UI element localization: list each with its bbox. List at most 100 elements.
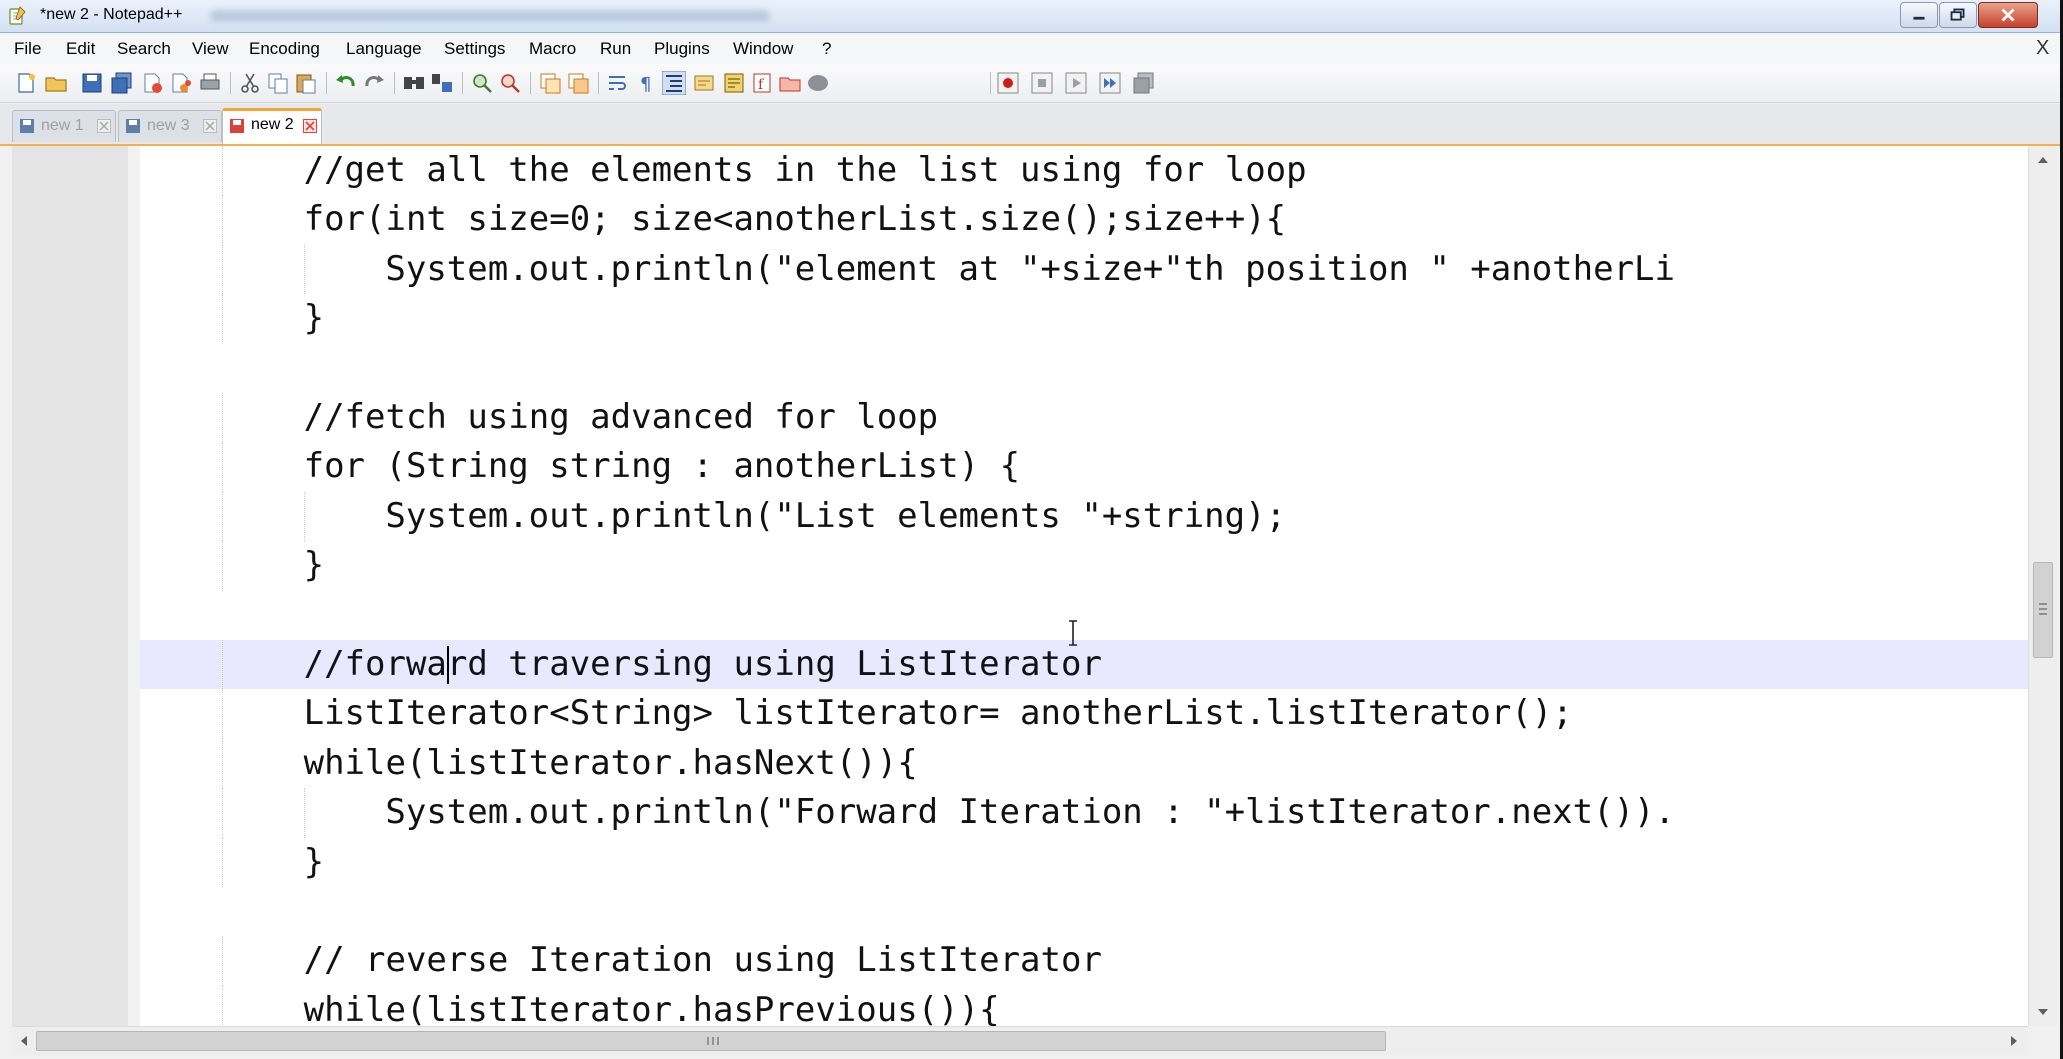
- code-line[interactable]: 81}: [140, 837, 2028, 887]
- redo-button[interactable]: [362, 71, 386, 95]
- code-line[interactable]: 70}: [140, 294, 2028, 344]
- horizontal-scroll-thumb[interactable]: [36, 1031, 1386, 1051]
- save-all-button[interactable]: [110, 71, 134, 95]
- sync-horizontal-icon: [568, 73, 589, 94]
- folder-as-workspace-button[interactable]: [778, 71, 802, 95]
- paste-button[interactable]: [294, 71, 318, 95]
- word-wrap-button[interactable]: [606, 71, 630, 95]
- tab-new-1[interactable]: new 1: [12, 110, 116, 142]
- close-all-button[interactable]: [168, 71, 192, 95]
- code-text: }: [303, 545, 325, 586]
- monitoring-button[interactable]: [806, 71, 830, 95]
- scroll-left-icon[interactable]: [14, 1031, 34, 1051]
- find-button[interactable]: [402, 71, 426, 95]
- play-macro-button[interactable]: [1064, 71, 1088, 95]
- horizontal-scrollbar[interactable]: [12, 1026, 2028, 1055]
- code-line[interactable]: 83// reverse Iteration using ListIterato…: [140, 936, 2028, 986]
- new-file-icon: [18, 73, 35, 93]
- close-file-button[interactable]: [140, 71, 164, 95]
- close-tab-icon[interactable]: [303, 119, 317, 133]
- user-language-button[interactable]: [692, 71, 716, 95]
- menu-encoding[interactable]: Encoding: [249, 39, 320, 59]
- function-list-button[interactable]: f: [750, 71, 774, 95]
- save-button[interactable]: [80, 71, 104, 95]
- undo-button[interactable]: [334, 71, 358, 95]
- blurred-file-path: [210, 10, 770, 22]
- menu-file[interactable]: File: [14, 39, 41, 59]
- menu-view[interactable]: View: [192, 39, 229, 59]
- code-line[interactable]: 77//forward traversing using ListIterato…: [140, 640, 2028, 690]
- cut-button[interactable]: [238, 71, 262, 95]
- close-tab-icon[interactable]: [203, 119, 217, 133]
- copy-icon: [268, 73, 288, 94]
- cut-icon: [241, 73, 259, 93]
- code-line[interactable]: 78ListIterator<String> listIterator= ano…: [140, 689, 2028, 739]
- indent-guide: [303, 244, 305, 295]
- open-file-button[interactable]: [44, 71, 68, 95]
- new-file-button[interactable]: [14, 71, 38, 95]
- fold-margin[interactable]: [128, 146, 140, 1026]
- menu-language[interactable]: Language: [346, 39, 422, 59]
- sync-horizontal-button[interactable]: [566, 71, 590, 95]
- vertical-scroll-thumb[interactable]: [2033, 562, 2053, 658]
- text-area[interactable]: 67//get all the elements in the list usi…: [140, 146, 2028, 1026]
- toolbar-separator: [990, 72, 991, 94]
- print-icon: [200, 73, 220, 90]
- indent-guide: [221, 442, 223, 492]
- indent-guide-icon: [662, 71, 686, 95]
- vertical-scrollbar[interactable]: [2028, 146, 2057, 1026]
- print-button[interactable]: [198, 71, 222, 95]
- code-text: //get all the elements in the list using…: [303, 150, 1307, 190]
- menu-macro[interactable]: Macro: [529, 39, 576, 59]
- code-line[interactable]: 80System.out.println("Forward Iteration …: [140, 788, 2028, 838]
- menu-run[interactable]: Run: [600, 39, 631, 59]
- save-macro-button[interactable]: [1132, 71, 1156, 95]
- code-line[interactable]: 72//fetch using advanced for loop: [140, 393, 2028, 443]
- stop-record-button[interactable]: [1030, 71, 1054, 95]
- menu-settings[interactable]: Settings: [444, 39, 505, 59]
- menu-plugins[interactable]: Plugins: [654, 39, 710, 59]
- close-window-button[interactable]: [1978, 2, 2038, 28]
- code-line[interactable]: 71: [140, 344, 2028, 393]
- replace-button[interactable]: [430, 71, 454, 95]
- zoom-out-button[interactable]: [498, 71, 522, 95]
- code-text: while(listIterator.hasNext()){: [303, 742, 918, 783]
- scroll-up-icon[interactable]: [2033, 150, 2053, 170]
- code-line[interactable]: 74System.out.println("List elements "+st…: [140, 491, 2028, 542]
- sync-vertical-button[interactable]: [538, 71, 562, 95]
- indent-guide-button[interactable]: [662, 71, 686, 95]
- zoom-in-button[interactable]: [470, 71, 494, 95]
- menu-search[interactable]: Search: [117, 39, 171, 59]
- menu-window[interactable]: Window: [733, 39, 793, 59]
- title-bar[interactable]: *new 2 - Notepad++: [0, 0, 2060, 33]
- toolbar-separator: [230, 72, 231, 94]
- copy-button[interactable]: [266, 71, 290, 95]
- code-line[interactable]: 68for(int size=0; size<anotherList.size(…: [140, 195, 2028, 245]
- tab-new-2[interactable]: new 2: [222, 108, 322, 144]
- record-macro-button[interactable]: [996, 71, 1020, 95]
- maximize-button[interactable]: [1939, 2, 1977, 28]
- minimize-button[interactable]: [1900, 2, 1938, 28]
- menu-edit[interactable]: Edit: [66, 39, 95, 59]
- code-editor[interactable]: 67//get all the elements in the list usi…: [12, 146, 2028, 1026]
- menu-help[interactable]: ?: [822, 39, 831, 59]
- document-map-button[interactable]: [722, 71, 746, 95]
- scroll-right-icon[interactable]: [2004, 1031, 2024, 1051]
- indent-guide: [221, 541, 223, 591]
- show-all-chars-button[interactable]: ¶: [634, 71, 658, 95]
- code-line[interactable]: 73for (String string : anotherList) {: [140, 442, 2028, 492]
- code-line[interactable]: 75}: [140, 541, 2028, 591]
- code-line[interactable]: 82: [140, 887, 2028, 936]
- code-line[interactable]: 84while(listIterator.hasPrevious()){: [140, 985, 2028, 1026]
- code-line[interactable]: 79while(listIterator.hasNext()){: [140, 738, 2028, 789]
- close-tab-icon[interactable]: [97, 119, 111, 133]
- code-line[interactable]: 67//get all the elements in the list usi…: [140, 146, 2028, 196]
- code-line[interactable]: 69System.out.println("element at "+size+…: [140, 244, 2028, 295]
- tab-new-3[interactable]: new 3: [118, 110, 222, 142]
- indent-guide: [221, 491, 223, 542]
- code-line[interactable]: 76: [140, 591, 2028, 640]
- scroll-down-icon[interactable]: [2033, 1002, 2053, 1022]
- close-document-button[interactable]: X: [2036, 37, 2049, 60]
- redo-icon: [365, 75, 384, 87]
- run-macro-multiple-button[interactable]: [1098, 71, 1122, 95]
